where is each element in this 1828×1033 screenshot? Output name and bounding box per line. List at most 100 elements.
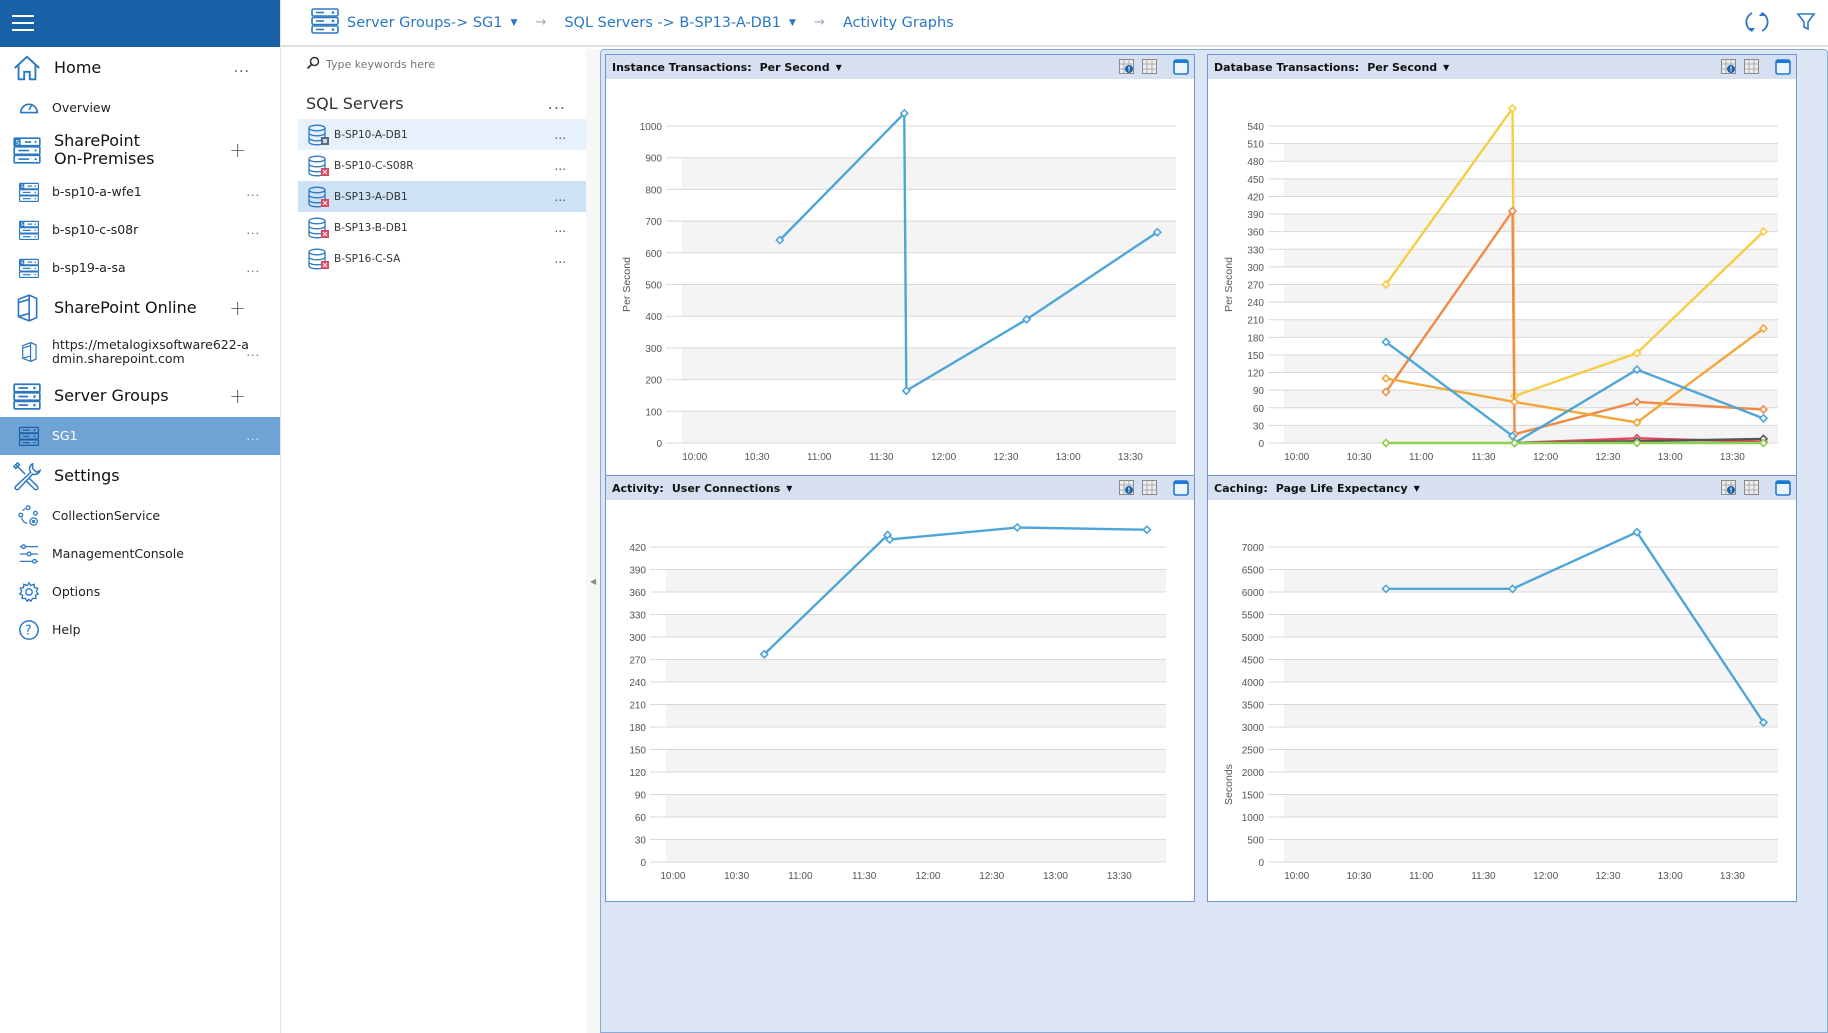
server-list-item[interactable]: B-SP10-A-DB1...	[298, 119, 586, 150]
hamburger-menu-icon[interactable]	[12, 15, 34, 31]
x-tick-label: 13:30	[1107, 871, 1132, 882]
grid-band	[1284, 704, 1778, 727]
breadcrumb-separator-icon: →	[813, 15, 825, 30]
grid-icon[interactable]	[1142, 480, 1157, 495]
sidebar-item-help[interactable]: ? Help	[0, 611, 280, 649]
chevron-down-icon[interactable]: ▼	[511, 18, 518, 28]
grid-band	[1284, 749, 1778, 772]
chevron-down-icon[interactable]: ▼	[836, 63, 842, 72]
grid-alert-icon[interactable]	[1119, 59, 1134, 74]
sidebar-item-server-groups[interactable]: Server Groups +	[0, 375, 280, 417]
more-options-button[interactable]: ...	[247, 262, 261, 275]
more-options-button[interactable]: ...	[247, 224, 261, 237]
svg-text:?: ?	[25, 624, 32, 639]
add-button[interactable]: +	[229, 384, 246, 408]
svg-text:S: S	[21, 222, 24, 228]
grid-alert-icon[interactable]	[1119, 480, 1134, 495]
sidebar-item-managementconsole[interactable]: ManagementConsole	[0, 535, 280, 573]
sidebar-item-b-sp10-a-wfe1[interactable]: Sb-sp10-a-wfe1...	[0, 173, 280, 211]
sidebar-item-overview[interactable]: Overview	[0, 89, 280, 127]
more-options-button[interactable]: ...	[234, 60, 250, 76]
server-list-item[interactable]: B-SP13-B-DB1...	[298, 212, 586, 243]
sql-servers-panel: SQL Servers ... B-SP10-A-DB1...B-SP10-C-…	[298, 49, 586, 1033]
sidebar-item-b-sp19-a-sa[interactable]: Sb-sp19-a-sa...	[0, 249, 280, 287]
add-button[interactable]: +	[229, 138, 246, 162]
sliders-icon	[14, 538, 44, 570]
maximize-icon[interactable]	[1173, 59, 1189, 75]
sidebar-item-https-metalogixsoftware622-a[interactable]: https://metalogixsoftware622-a dmin.shar…	[0, 329, 280, 375]
grid-band	[682, 157, 1176, 190]
x-tick-label: 10:30	[1346, 452, 1371, 463]
breadcrumb-item[interactable]: SQL Servers -> B-SP13-A-DB1 ▼	[564, 15, 796, 31]
chevron-down-icon[interactable]: ▼	[789, 18, 796, 28]
chart-category: Instance Transactions:	[612, 60, 752, 74]
refresh-icon[interactable]	[1744, 10, 1770, 38]
panel-splitter[interactable]: ◀	[586, 49, 600, 1033]
server-more-button[interactable]: ...	[555, 159, 566, 173]
y-tick-label: 390	[1247, 210, 1264, 221]
sidebar-item-options[interactable]: Options	[0, 573, 280, 611]
x-tick-label: 11:30	[852, 871, 877, 882]
y-tick-label: 270	[629, 656, 646, 667]
sidebar-item-sharepoint[interactable]: S SharePoint On-Premises +	[0, 127, 280, 173]
more-options-button[interactable]: ...	[247, 346, 261, 359]
grid-alert-icon[interactable]	[1721, 480, 1736, 495]
maximize-icon[interactable]	[1775, 480, 1791, 496]
server-more-button[interactable]: ...	[555, 128, 566, 142]
sidebar-item-label: CollectionService	[52, 508, 161, 523]
breadcrumb-item[interactable]: Server Groups-> SG1 ▼	[347, 15, 517, 31]
grid-icon[interactable]	[1744, 59, 1759, 74]
chevron-down-icon[interactable]: ▼	[1414, 484, 1420, 493]
filter-icon[interactable]	[1796, 12, 1816, 36]
collapse-arrow-icon[interactable]: ◀	[590, 577, 596, 586]
x-tick-label: 10:30	[744, 452, 769, 463]
y-tick-label: 60	[635, 813, 647, 824]
y-tick-label: 510	[1247, 140, 1264, 151]
sidebar-item-sharepoint-online[interactable]: SharePoint Online +	[0, 287, 280, 329]
add-button[interactable]: +	[229, 296, 246, 320]
y-tick-label: 700	[645, 217, 662, 228]
sharepoint-server-icon: S	[14, 176, 44, 208]
metric-dropdown[interactable]: Per Second	[1367, 61, 1437, 74]
sidebar-item-settings[interactable]: Settings	[0, 455, 280, 497]
server-more-button[interactable]: ...	[555, 252, 566, 266]
sql-servers-header: SQL Servers ...	[298, 87, 586, 119]
y-tick-label: 270	[1247, 281, 1264, 292]
metric-dropdown[interactable]: User Connections	[672, 482, 780, 495]
sidebar-item-label: Server Groups	[54, 386, 169, 405]
sidebar-item-collectionservice[interactable]: CollectionService	[0, 497, 280, 535]
more-options-button[interactable]: ...	[247, 430, 261, 443]
grid-icon[interactable]	[1142, 59, 1157, 74]
maximize-icon[interactable]	[1173, 480, 1189, 496]
breadcrumb: Server Groups-> SG1 ▼ → SQL Servers -> B-SP…	[347, 15, 954, 31]
metric-dropdown[interactable]: Per Second	[760, 61, 830, 74]
server-list-item[interactable]: B-SP16-C-SA...	[298, 243, 586, 274]
search-input[interactable]	[326, 57, 546, 71]
chart-svg: 0 30 60 90 120 150 180 210 240 270 300 330 360 390 420…	[629, 522, 1166, 882]
server-list-item[interactable]: B-SP13-A-DB1...	[298, 181, 586, 212]
grid-icon[interactable]	[1744, 480, 1759, 495]
server-more-button[interactable]: ...	[555, 221, 566, 235]
y-tick-label: 330	[1247, 245, 1264, 256]
chevron-down-icon[interactable]: ▼	[786, 484, 792, 493]
charts-area: Instance Transactions: Per Second ▼ 0 100 200…	[600, 49, 1828, 1033]
chevron-down-icon[interactable]: ▼	[1443, 63, 1449, 72]
search-box[interactable]	[298, 49, 586, 79]
maximize-icon[interactable]	[1775, 59, 1791, 75]
office-icon	[14, 336, 44, 368]
more-options-button[interactable]: ...	[247, 186, 261, 199]
sidebar-item-sg1[interactable]: SG1...	[0, 417, 280, 455]
y-tick-label: 150	[629, 746, 646, 757]
sidebar-item-label: b-sp10-c-s08r	[52, 222, 139, 237]
metric-dropdown[interactable]: Page Life Expectancy	[1276, 482, 1408, 495]
server-more-button[interactable]: ...	[555, 190, 566, 204]
x-tick-label: 13:00	[1658, 452, 1683, 463]
grid-alert-icon[interactable]	[1721, 59, 1736, 74]
sidebar-item-home[interactable]: Home...	[0, 47, 280, 89]
breadcrumb-item[interactable]: Activity Graphs	[843, 15, 954, 31]
y-tick-label: 100	[645, 407, 662, 418]
sql-servers-more-button[interactable]: ...	[548, 94, 566, 113]
sidebar-item-b-sp10-c-s08r[interactable]: Sb-sp10-c-s08r...	[0, 211, 280, 249]
server-list-item[interactable]: B-SP10-C-S08R...	[298, 150, 586, 181]
breadcrumb-label: Activity Graphs	[842, 14, 954, 31]
